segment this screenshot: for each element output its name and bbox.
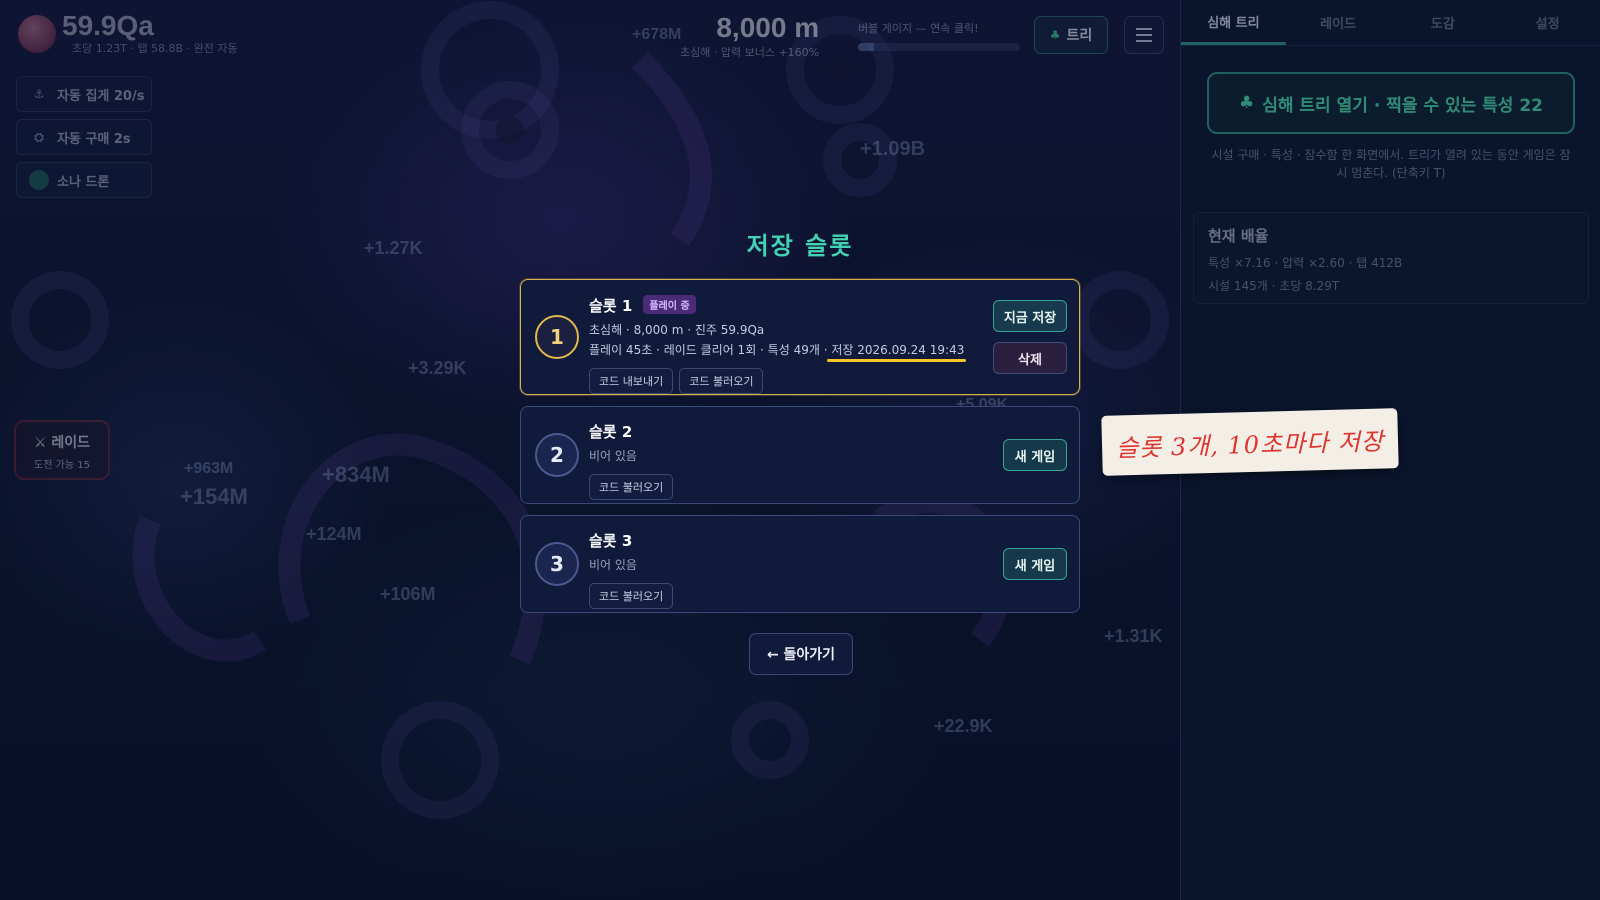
back-button[interactable]: ← 돌아가기	[749, 633, 853, 675]
floating-number: +22.9K	[934, 716, 993, 736]
slot-play-stats: 플레이 45초 · 레이드 클리어 1회 · 특성 49개 ·	[589, 343, 828, 357]
new-game-button[interactable]: 새 게임	[1003, 439, 1067, 471]
floating-number: +124M	[306, 524, 362, 544]
booster-label: 자동 구매 2s	[57, 131, 131, 147]
bubble-gauge: 버블 게이지 — 연속 클릭!	[858, 20, 1020, 51]
booster-sonar-drone[interactable]: 소나 드론	[16, 162, 152, 198]
floating-number: +678M	[632, 26, 682, 43]
annotation-text: 슬롯 3개, 10초마다 저장	[1115, 426, 1385, 463]
export-code-button[interactable]: 코드 내보내기	[589, 368, 674, 394]
floating-number: +834M	[322, 462, 390, 487]
raid-button[interactable]: ⚔ 레이드 도전 가능 15	[14, 420, 110, 480]
booster-auto-claw[interactable]: ⚓ 자동 집게 20/s	[16, 76, 152, 112]
slot-summary: 초심해 · 8,000 m · 진주 59.9Qa	[589, 323, 765, 337]
booster-auto-buy[interactable]: ⛭ 자동 구매 2s	[16, 119, 152, 155]
depth-value: 8,000 m	[716, 12, 820, 43]
slot-empty-text: 비어 있음	[589, 449, 637, 463]
menu-button[interactable]	[1124, 16, 1164, 54]
floating-number: +3.29K	[408, 358, 467, 378]
pearl-counter: 59.9Qa 초당 1.23T · 탭 58.8B · 완전 자동	[18, 12, 238, 56]
new-game-button[interactable]: 새 게임	[1003, 548, 1067, 580]
save-slot-2: 2 슬롯 2 비어 있음 코드 불러오기 새 게임	[520, 406, 1080, 504]
slot-save-time: 저장 2026.09.24 19:43	[831, 343, 965, 357]
depth-bonus: 초심해 · 압력 보너스 +160%	[680, 46, 820, 59]
bubble-gauge-bar	[858, 43, 1020, 51]
claw-icon: ⚓	[33, 87, 45, 101]
import-code-button[interactable]: 코드 불러오기	[589, 583, 674, 609]
slot-empty-text: 비어 있음	[589, 558, 637, 572]
delete-button[interactable]: 삭제	[993, 342, 1067, 374]
raid-button-sub: 도전 가능 15	[34, 460, 90, 471]
hamburger-icon	[1136, 28, 1152, 30]
playing-badge: 플레이 중	[643, 295, 696, 314]
booster-label: 소나 드론	[57, 174, 110, 190]
swords-icon: ⚔	[33, 435, 47, 451]
floating-number: +106M	[380, 584, 436, 604]
floating-number: +1.31K	[1104, 626, 1163, 646]
raid-button-label: 레이드	[51, 435, 91, 451]
depth-display: 8,000 m 초심해 · 압력 보너스 +160%	[680, 12, 819, 60]
modal-title: 저장 슬롯	[746, 232, 854, 260]
slot-number: 1	[535, 315, 579, 359]
tree-button[interactable]: ♣ 트리	[1034, 16, 1108, 54]
slot-name: 슬롯 1	[589, 297, 633, 315]
cart-icon: ⛭	[34, 129, 44, 144]
save-slot-3: 3 슬롯 3 비어 있음 코드 불러오기 새 게임	[520, 515, 1080, 613]
floating-number: +1.09B	[860, 138, 926, 160]
pearl-icon	[18, 15, 56, 53]
sonar-drone-icon	[29, 170, 49, 190]
floating-number: +963M	[184, 460, 234, 477]
import-code-button[interactable]: 코드 불러오기	[679, 368, 764, 394]
save-slot-1: 1 슬롯 1 플레이 중 초심해 · 8,000 m · 진주 59.9Qa 플…	[520, 279, 1080, 395]
floating-number: +154M	[180, 484, 248, 509]
import-code-button[interactable]: 코드 불러오기	[589, 474, 674, 500]
tree-icon: ♣	[1049, 28, 1061, 42]
slot-name: 슬롯 3	[589, 532, 633, 550]
pearl-amount: 59.9Qa	[62, 10, 154, 41]
slot-stats: 플레이 45초 · 레이드 클리어 1회 · 특성 49개 · 저장 2026.…	[589, 341, 964, 358]
slot-name: 슬롯 2	[589, 423, 633, 441]
slot-number: 3	[535, 542, 579, 586]
bubble-gauge-fill	[858, 43, 875, 51]
booster-label: 자동 집게 20/s	[57, 88, 145, 104]
slot-number: 2	[535, 433, 579, 477]
save-now-button[interactable]: 지금 저장	[993, 300, 1067, 332]
annotation-note: 슬롯 3개, 10초마다 저장	[1101, 408, 1399, 476]
pearl-rate: 초당 1.23T · 탭 58.8B · 완전 자동	[72, 42, 238, 55]
tree-button-label: 트리	[1066, 28, 1093, 44]
bubble-gauge-label: 버블 게이지 — 연속 클릭!	[858, 22, 979, 35]
